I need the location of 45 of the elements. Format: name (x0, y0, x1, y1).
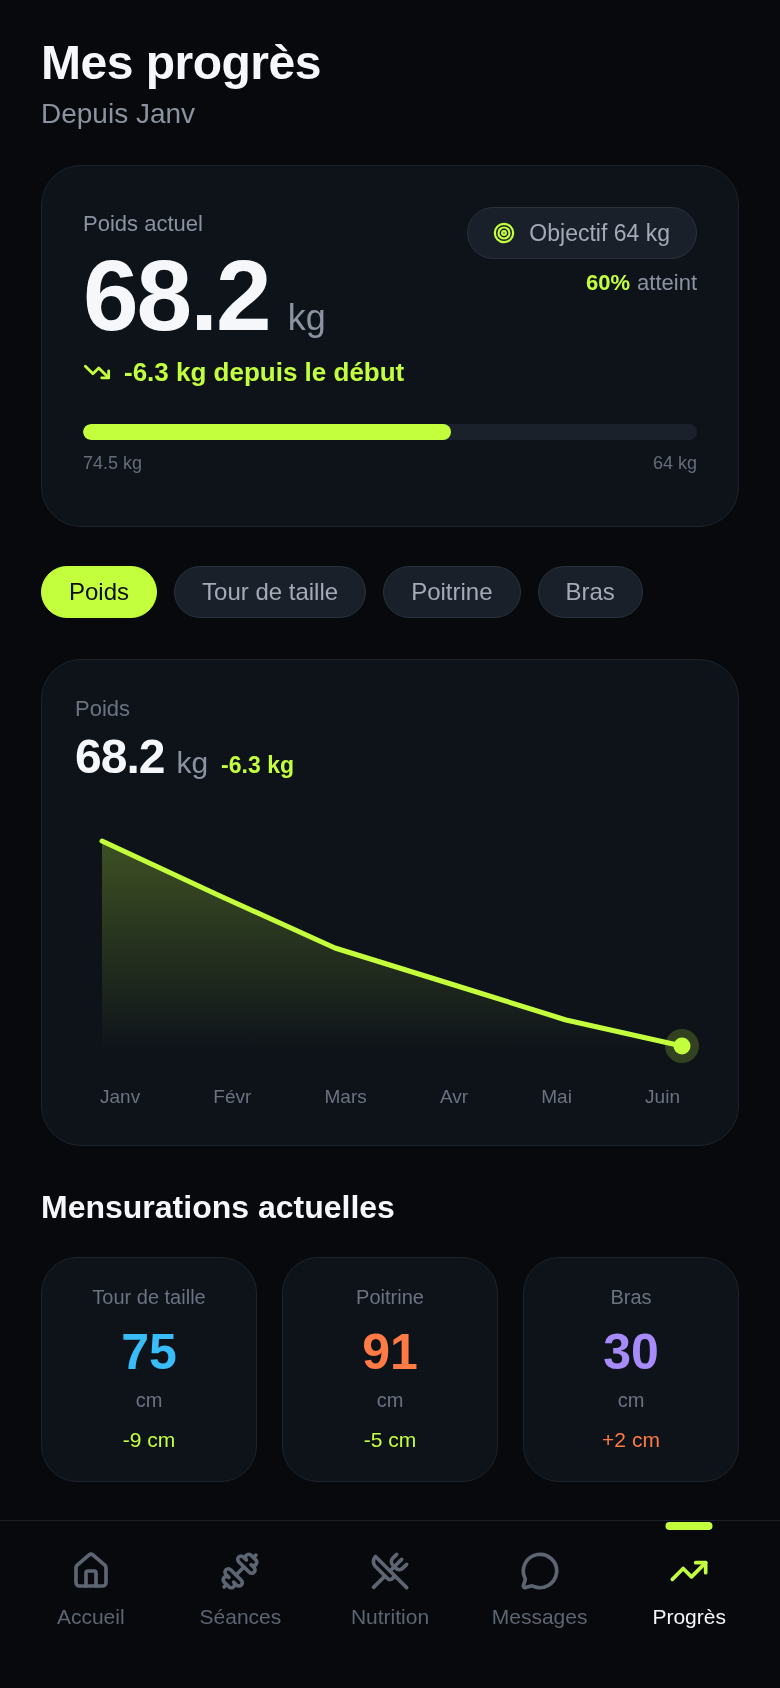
measurement-label: Poitrine (356, 1285, 424, 1310)
chart-value: 68.2 (75, 733, 165, 781)
goal-percent: 60% (586, 269, 631, 297)
endpoint-dot-icon (665, 1029, 699, 1063)
measurement-change: -9 cm (122, 1427, 176, 1453)
month-label: Mai (541, 1085, 572, 1109)
chart-change: -6.3 kg (221, 754, 294, 777)
active-tab-indicator (665, 1522, 713, 1530)
measurement-value: 91 (362, 1327, 418, 1377)
filter-tab[interactable]: Poitrine (383, 566, 521, 618)
weight-value: 68.2 (83, 245, 270, 345)
page-subtitle: Depuis Janv (41, 97, 197, 131)
filter-tab[interactable]: Tour de taille (174, 566, 367, 618)
goal-status: atteint (637, 269, 697, 297)
weight-unit: kg (287, 300, 326, 336)
chat-bubble-icon (519, 1551, 560, 1591)
section-title: Mensurations actuelles (41, 1188, 396, 1227)
measurement-label: Tour de taille (92, 1285, 206, 1310)
month-label: Avr (439, 1085, 469, 1109)
measurement-value: 30 (603, 1327, 659, 1377)
chart-unit: kg (176, 748, 209, 778)
month-label: Mars (324, 1085, 367, 1109)
fork-knife-icon (370, 1551, 410, 1591)
target-icon (493, 222, 516, 244)
measurement-label: Bras (610, 1285, 652, 1310)
card-label: Poids actuel (83, 210, 204, 238)
measurement-unit: cm (376, 1388, 404, 1413)
chart-label: Poids (75, 695, 132, 723)
weight-change: -6.3 kg depuis le début (124, 356, 405, 388)
measurement-unit: cm (135, 1388, 163, 1413)
measurement-change: +2 cm (602, 1427, 660, 1453)
measurement-value: 75 (121, 1327, 177, 1377)
goal-text: Objectif 64 kg (529, 221, 670, 245)
measurement-change: -5 cm (363, 1427, 417, 1453)
goal-weight: 64 kg (652, 452, 697, 475)
filter-tab[interactable]: Bras (537, 566, 643, 618)
month-label: Juin (645, 1085, 680, 1109)
measurement-unit: cm (617, 1388, 645, 1413)
filter-tab[interactable]: Poids (41, 566, 158, 618)
month-label: Janv (100, 1085, 141, 1109)
page-title: Mes progrès (41, 35, 322, 91)
nav-tab[interactable]: Progrès (614, 1521, 764, 1688)
start-weight: 74.5 kg (83, 452, 143, 475)
dumbbell-icon (220, 1551, 261, 1591)
month-label: Févr (213, 1085, 252, 1109)
